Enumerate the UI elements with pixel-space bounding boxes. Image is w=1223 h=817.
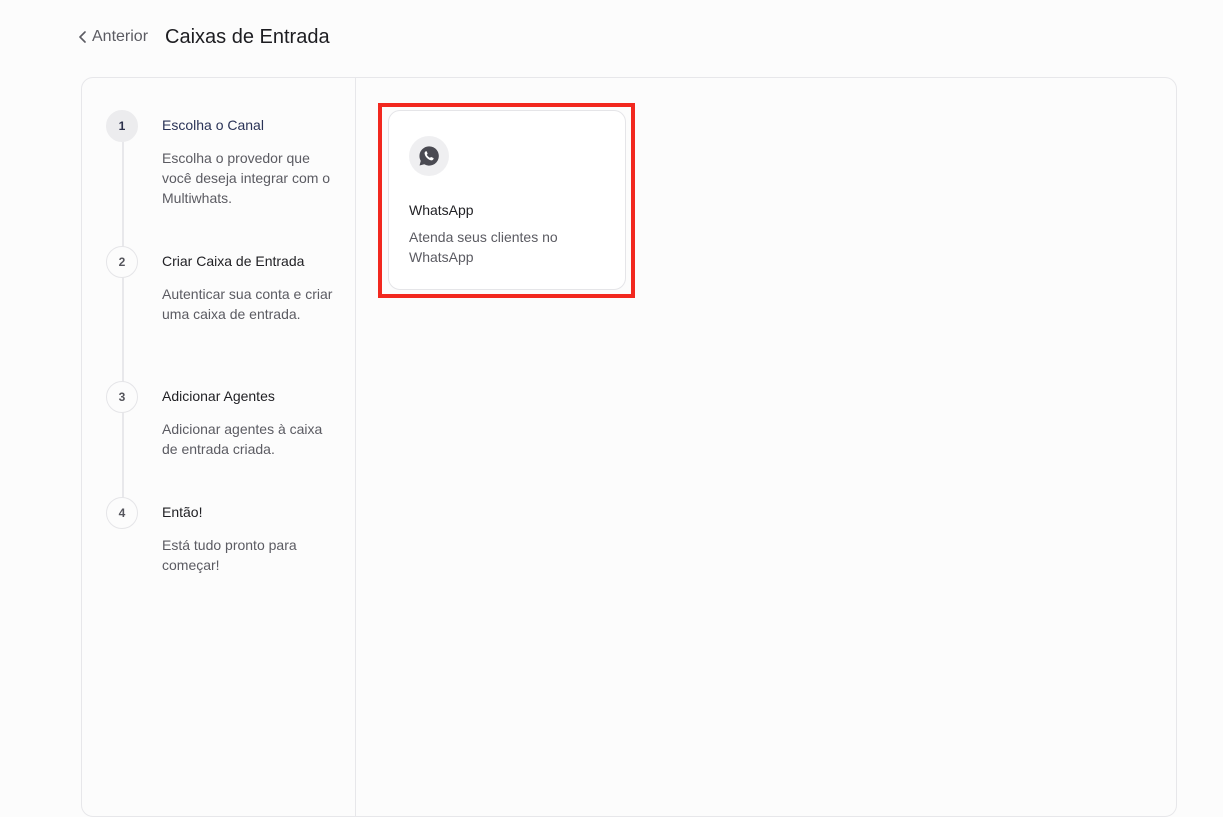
step-number: 2 [106,246,138,278]
step-number: 1 [106,110,138,142]
chevron-left-icon [79,31,86,43]
channel-card-whatsapp[interactable]: WhatsApp Atenda seus clientes no WhatsAp… [388,110,626,290]
page-header: Anterior Caixas de Entrada [78,24,330,50]
step-title: Então! [162,504,203,520]
steps-sidebar: 1 Escolha o Canal Escolha o provedor que… [82,78,356,816]
step-description: Está tudo pronto para começar! [162,537,297,573]
page-title: Caixas de Entrada [165,25,330,48]
channel-title: WhatsApp [409,202,474,218]
back-label: Anterior [92,28,149,45]
whatsapp-icon [409,136,449,176]
step-description: Adicionar agentes à caixa de entrada cri… [162,421,323,457]
back-button[interactable]: Anterior [78,28,148,46]
inbox-setup-panel: 1 Escolha o Canal Escolha o provedor que… [81,77,1177,817]
step-description: Escolha o provedor que você deseja integ… [162,150,331,206]
step-number: 3 [106,381,138,413]
channel-description: Atenda seus clientes no WhatsApp [409,229,558,265]
step-title: Criar Caixa de Entrada [162,253,305,269]
steps-rail [122,126,124,512]
step-title: Adicionar Agentes [162,388,275,404]
step-number: 4 [106,497,138,529]
step-description: Autenticar sua conta e criar uma caixa d… [162,286,333,322]
step-title: Escolha o Canal [162,117,264,133]
channel-list: WhatsApp Atenda seus clientes no WhatsAp… [356,78,1176,816]
